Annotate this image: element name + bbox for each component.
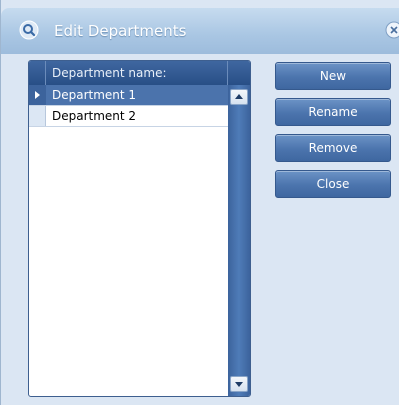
row-indicator[interactable] <box>29 85 46 105</box>
magnifier-icon <box>19 20 39 40</box>
close-button[interactable]: Close <box>275 170 391 198</box>
department-name-cell[interactable]: Department 1 <box>46 85 228 105</box>
edit-departments-window: Edit Departments Department name: Depart… <box>0 0 399 405</box>
departments-grid[interactable]: Department name: Department 1 Department… <box>28 60 251 397</box>
row-arrow-icon <box>35 91 40 99</box>
scroll-down-button[interactable] <box>230 376 248 392</box>
triangle-down-icon <box>235 382 243 387</box>
scroll-up-button[interactable] <box>230 89 248 105</box>
header-scroll-cap <box>228 61 250 85</box>
department-name-cell[interactable]: Department 2 <box>46 106 228 126</box>
new-button[interactable]: New <box>275 62 391 90</box>
triangle-up-icon <box>235 94 243 99</box>
vertical-scrollbar[interactable] <box>228 85 250 396</box>
table-row[interactable]: Department 1 <box>29 85 228 106</box>
row-indicator[interactable] <box>29 106 46 126</box>
title-bar[interactable]: Edit Departments <box>1 8 399 54</box>
header-corner <box>29 61 46 85</box>
remove-button[interactable]: Remove <box>275 134 391 162</box>
close-icon[interactable] <box>385 21 399 39</box>
table-row[interactable]: Department 2 <box>29 106 228 127</box>
column-header-department-name[interactable]: Department name: <box>46 61 228 85</box>
grid-header: Department name: <box>29 61 250 85</box>
window-title: Edit Departments <box>54 22 187 40</box>
rename-button[interactable]: Rename <box>275 98 391 126</box>
